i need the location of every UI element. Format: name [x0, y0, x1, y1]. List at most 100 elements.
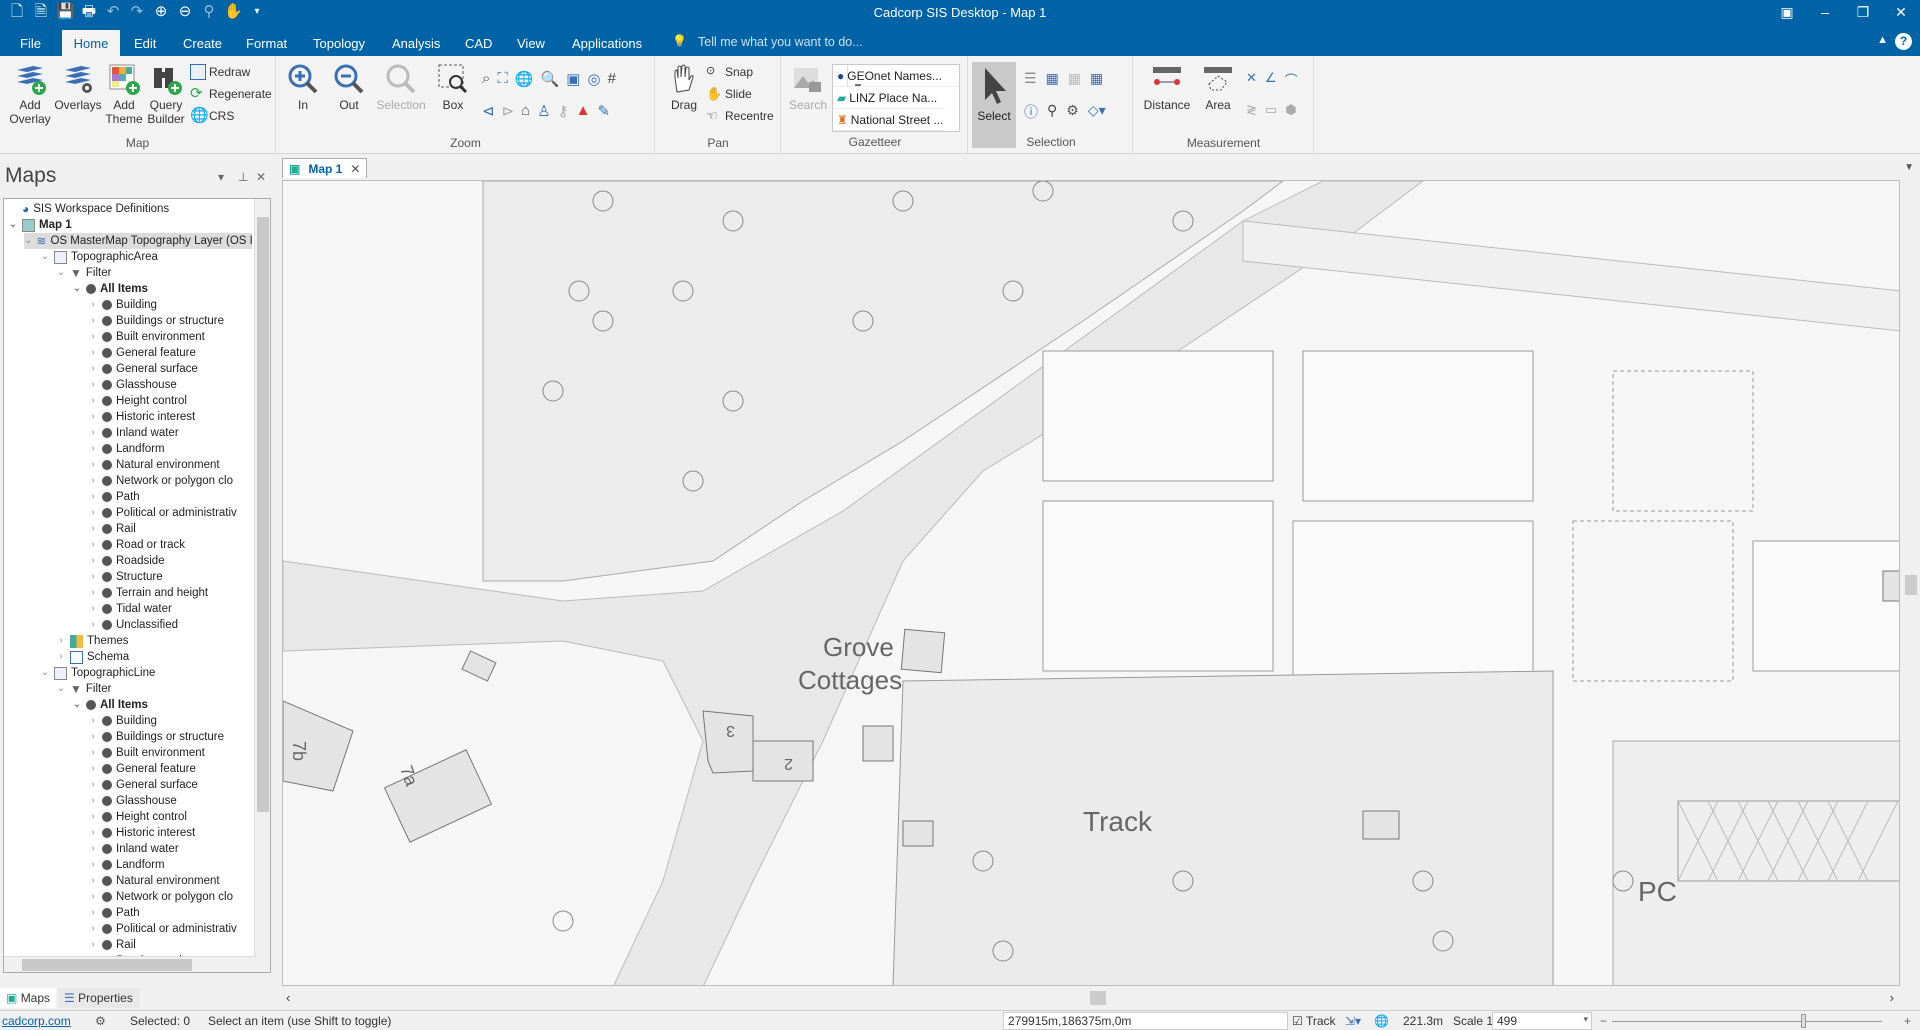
tree-item[interactable]: › Inland water	[88, 841, 178, 857]
expand-icon[interactable]: ›	[88, 793, 98, 809]
tab-file[interactable]: File	[10, 32, 51, 56]
collapse-ribbon-icon[interactable]: ▲	[1877, 34, 1888, 46]
expand-icon[interactable]: ›	[88, 825, 98, 841]
globe-icon[interactable]: 🌐	[1374, 1014, 1389, 1028]
map-hscroll-thumb[interactable]	[1090, 991, 1106, 1005]
tree-hscroll-thumb[interactable]	[22, 959, 192, 971]
slide-button[interactable]: ✋ Slide	[706, 84, 752, 104]
info-icon[interactable]: ⓘ	[1024, 102, 1038, 122]
tree-item[interactable]: › Path	[88, 905, 139, 921]
tab-format[interactable]: Format	[236, 32, 297, 56]
settings-icon[interactable]: ⚙	[95, 1014, 106, 1028]
expand-icon[interactable]: ›	[88, 457, 98, 473]
expand-icon[interactable]: ›	[88, 617, 98, 633]
expand-icon[interactable]: ⌄	[40, 249, 50, 265]
tab-properties[interactable]: ☰ Properties	[58, 988, 139, 1008]
expand-icon[interactable]: ›	[88, 393, 98, 409]
map-vertical-scrollbar[interactable]	[1902, 180, 1920, 986]
tree-item[interactable]: › Roadside	[88, 553, 164, 569]
expand-icon[interactable]: ›	[88, 873, 98, 889]
tell-me-input[interactable]: Tell me what you want to do...	[698, 35, 863, 49]
zoom-out-slider-icon[interactable]: −	[1600, 1014, 1607, 1028]
panel-close-icon[interactable]: ✕	[256, 170, 266, 184]
home-icon[interactable]: ⌂	[521, 102, 530, 120]
snap-button[interactable]: ⊙ Snap	[706, 62, 753, 82]
expand-icon[interactable]: ›	[88, 409, 98, 425]
zoom-mouse-icon[interactable]: ⌕	[482, 70, 490, 88]
map-canvas[interactable]: Grove Cottages Track PC 3 2 7a 7b	[282, 180, 1900, 986]
tree-vertical-scrollbar[interactable]	[254, 199, 270, 972]
forward-icon[interactable]: ⊳	[502, 102, 515, 120]
expand-icon[interactable]: ›	[88, 809, 98, 825]
tree-item[interactable]: › Height control	[88, 393, 187, 409]
query-info-icon[interactable]: ⚙	[1066, 102, 1079, 122]
query-builder-button[interactable]: Query Builder	[144, 62, 188, 126]
find-icon[interactable]: ⚲	[1047, 102, 1057, 122]
expand-icon[interactable]: ⌄	[72, 697, 82, 713]
tree-item[interactable]: › Historic interest	[88, 409, 195, 425]
tree-item[interactable]: › Inland water	[88, 425, 178, 441]
tab-maps[interactable]: ▣ Maps	[0, 988, 57, 1008]
zoom-extent-icon[interactable]: ⛶	[497, 70, 508, 88]
zoom-box-button[interactable]: Box	[433, 62, 473, 112]
tree-item[interactable]: › Unclassified	[88, 617, 178, 633]
scroll-right-icon[interactable]: ›	[1890, 990, 1894, 1005]
zoom-world-icon[interactable]: 🌐	[515, 70, 534, 88]
expand-icon[interactable]: ›	[88, 329, 98, 345]
scroll-left-icon[interactable]: ‹	[286, 990, 290, 1005]
tree-item[interactable]: › Glasshouse	[88, 793, 176, 809]
expand-icon[interactable]: ›	[88, 441, 98, 457]
expand-icon[interactable]: ›	[88, 361, 98, 377]
zoom-layer-icon[interactable]: ▣	[566, 70, 580, 88]
distance-button[interactable]: Distance	[1140, 62, 1194, 112]
tree-item[interactable]: › Path	[88, 489, 139, 505]
tree-item[interactable]: › Building	[88, 713, 157, 729]
measure-volume-icon[interactable]: ⬢	[1285, 102, 1296, 118]
crs-button[interactable]: 🌐 CRS	[190, 106, 234, 126]
tree-item[interactable]: › Landform	[88, 441, 164, 457]
zoom-in-slider-icon[interactable]: +	[1904, 1014, 1911, 1028]
area-button[interactable]: Area	[1196, 62, 1240, 112]
expand-icon[interactable]: ›	[88, 553, 98, 569]
tree-item[interactable]: › General surface	[88, 777, 198, 793]
add-overlay-button[interactable]: Add Overlay	[6, 62, 54, 126]
tab-applications[interactable]: Applications	[562, 32, 652, 56]
gazetteer-item[interactable]: ♜ National Street ...	[833, 109, 945, 131]
zoom-out-button[interactable]: Out	[329, 62, 369, 112]
expand-icon[interactable]: ›	[56, 649, 66, 665]
tree-item[interactable]: › General feature	[88, 761, 196, 777]
measure-x-icon[interactable]: ✕	[1246, 70, 1257, 89]
tree-item[interactable]: › Natural environment	[88, 457, 219, 473]
tree-item[interactable]: › Structure	[88, 569, 162, 585]
expand-icon[interactable]: ›	[56, 633, 66, 649]
expand-icon[interactable]: ›	[88, 761, 98, 777]
tree-item[interactable]: › Height control	[88, 809, 187, 825]
scale-field[interactable]: 499 ▾	[1492, 1012, 1592, 1030]
tab-topology[interactable]: Topology	[303, 32, 375, 56]
expand-icon[interactable]: ⌄	[24, 233, 32, 249]
expand-icon[interactable]: ›	[88, 521, 98, 537]
expand-icon[interactable]: ›	[88, 777, 98, 793]
tree-item[interactable]: ›Road or track	[88, 537, 185, 553]
ribbon-display-icon[interactable]: ▣	[1768, 0, 1806, 26]
pin-icon[interactable]: ⊥	[238, 170, 248, 184]
gazetteer-search-button[interactable]: Search	[788, 62, 828, 112]
gazetteer-item[interactable]: ▰ LINZ Place Na...	[833, 87, 945, 109]
tree-layer[interactable]: ⌄ ≋ OS MasterMap Topography Layer (OS I	[24, 233, 253, 249]
coordinates-field[interactable]: 279915m,186375m,0m	[1003, 1012, 1288, 1030]
drag-button[interactable]: Drag	[664, 62, 704, 112]
tab-home[interactable]: Home	[62, 30, 120, 56]
tab-create[interactable]: Create	[173, 32, 232, 56]
rocket-icon[interactable]: ▲	[576, 102, 591, 120]
expand-icon[interactable]: ›	[88, 345, 98, 361]
tree-item[interactable]: › Rail	[88, 937, 135, 953]
tree-item[interactable]: › Building	[88, 297, 157, 313]
tree-class[interactable]: ⌄ TopographicLine	[40, 665, 155, 681]
list-icon[interactable]: ☰	[1024, 70, 1037, 87]
invert-selection-icon[interactable]: ▦	[1090, 70, 1103, 87]
tab-view[interactable]: View	[507, 32, 555, 56]
expand-icon[interactable]: ›	[88, 585, 98, 601]
expand-icon[interactable]: ›	[88, 937, 98, 953]
tree-map[interactable]: ⌄ Map 1	[8, 217, 72, 233]
expand-icon[interactable]: ⌄	[72, 281, 82, 297]
